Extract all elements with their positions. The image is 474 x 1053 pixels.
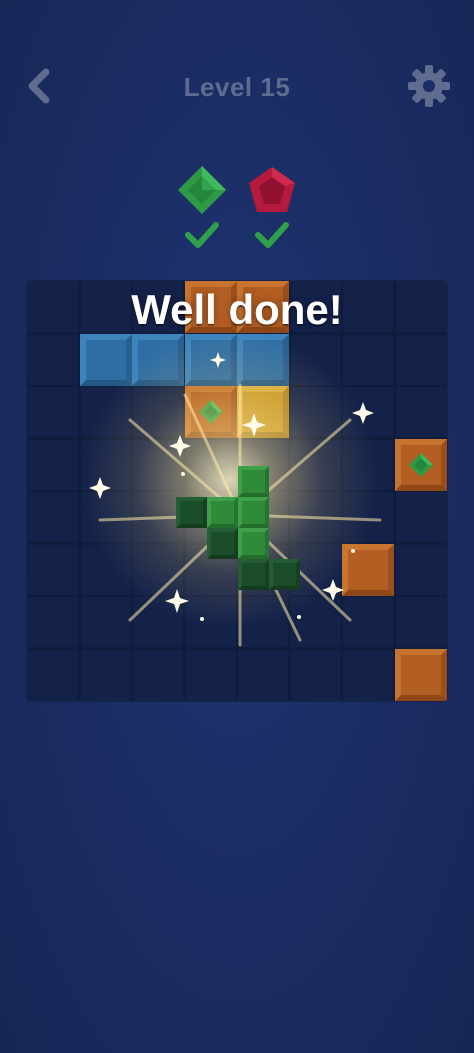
board-cell[interactable]	[133, 544, 183, 595]
board-cell[interactable]	[238, 597, 288, 647]
board-cell[interactable]	[80, 597, 131, 647]
board-cell[interactable]	[395, 597, 446, 647]
placed-block	[79, 333, 132, 386]
board-cell[interactable]	[28, 334, 78, 385]
board-cell[interactable]	[290, 334, 341, 385]
red-pentagon-gem-icon	[249, 167, 295, 212]
board-cell[interactable]	[343, 649, 393, 700]
piece-block	[238, 528, 269, 559]
board-cell[interactable]	[80, 387, 131, 437]
gem-block	[184, 386, 237, 438]
placed-block	[237, 386, 289, 438]
piece-block	[238, 559, 269, 590]
check-icon	[185, 222, 219, 248]
board-cell[interactable]	[343, 597, 393, 647]
board-cell[interactable]	[290, 439, 341, 490]
board-cell[interactable]	[28, 439, 78, 490]
gem-block	[394, 438, 447, 491]
piece-block	[238, 466, 269, 497]
game-board[interactable]	[26, 280, 448, 702]
board-cell[interactable]	[80, 544, 131, 595]
board-cell[interactable]	[343, 439, 393, 490]
board-cell[interactable]	[395, 492, 446, 542]
piece-block	[269, 559, 300, 590]
board-cell[interactable]	[290, 492, 341, 542]
goal-red-gem	[242, 160, 302, 250]
board-cell[interactable]	[133, 597, 183, 647]
board-cell[interactable]	[343, 334, 393, 385]
placed-block	[342, 543, 394, 596]
board-cell[interactable]	[28, 492, 78, 542]
piece-block	[207, 497, 238, 528]
board-cell[interactable]	[28, 544, 78, 595]
board-cell[interactable]	[290, 597, 341, 647]
board-cell[interactable]	[28, 387, 78, 437]
board-cell[interactable]	[80, 439, 131, 490]
board-cell[interactable]	[185, 597, 236, 647]
board-cell[interactable]	[28, 649, 78, 700]
board-cell[interactable]	[395, 387, 446, 437]
board-cell[interactable]	[80, 492, 131, 542]
board-cell[interactable]	[133, 439, 183, 490]
board-cell[interactable]	[28, 597, 78, 647]
board-cell[interactable]	[395, 544, 446, 595]
green-diamond-gem-icon	[408, 452, 433, 477]
green-diamond-gem-icon	[198, 400, 223, 424]
settings-button[interactable]	[405, 62, 453, 110]
placed-block	[132, 333, 184, 386]
board-cell[interactable]	[290, 387, 341, 437]
board-cell[interactable]	[80, 649, 131, 700]
check-icon	[255, 222, 289, 248]
piece-block	[238, 497, 269, 528]
piece-block	[207, 528, 238, 559]
board-cell[interactable]	[185, 439, 236, 490]
goal-green-gem	[172, 160, 232, 250]
board-cell[interactable]	[133, 387, 183, 437]
board-cell[interactable]	[343, 387, 393, 437]
placed-block	[394, 648, 447, 701]
board-cell[interactable]	[395, 334, 446, 385]
board-cell[interactable]	[290, 649, 341, 700]
top-bar: Level 15	[0, 50, 474, 122]
green-diamond-gem-icon	[178, 166, 226, 214]
level-title: Level 15	[183, 72, 291, 102]
goal-tracker	[0, 160, 474, 260]
placed-block	[237, 333, 289, 386]
board-cell[interactable]	[185, 649, 236, 700]
board-cell[interactable]	[238, 649, 288, 700]
gear-icon	[408, 65, 450, 107]
placed-block	[184, 333, 237, 386]
board-cell[interactable]	[133, 649, 183, 700]
piece-block	[176, 497, 207, 528]
level-complete-banner: Well done!	[131, 286, 343, 333]
board-cell[interactable]	[343, 492, 393, 542]
